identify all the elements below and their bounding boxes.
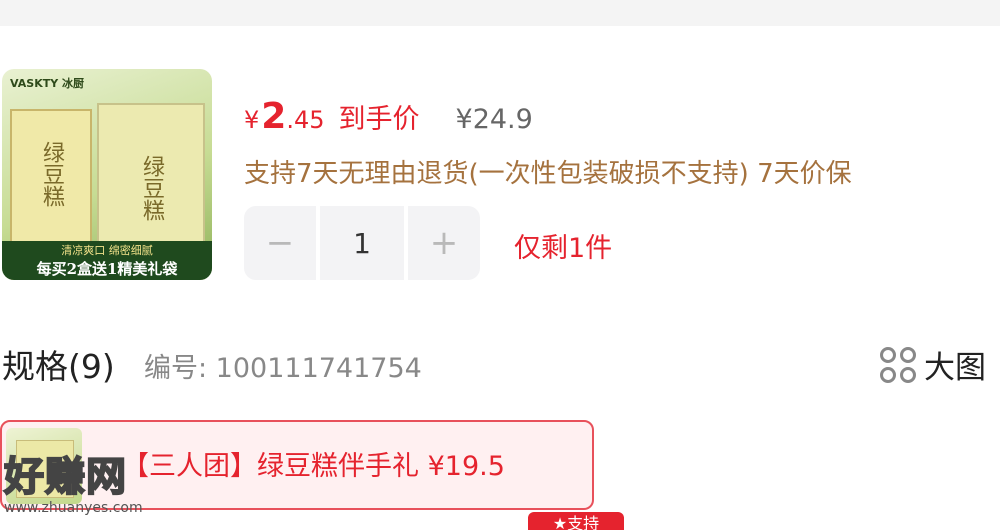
- product-thumbnail[interactable]: VASKTY 冰厨 绿豆糕 绿豆糕 清凉爽口 绵密细腻 每买2盒送1精美礼袋: [2, 69, 212, 280]
- price-integer: 2: [261, 96, 287, 137]
- site-watermark: 好赚网 www.zhuanyes.com: [3, 444, 204, 524]
- quantity-value[interactable]: 1: [320, 206, 404, 280]
- quantity-stepper: − 1 +: [244, 206, 480, 280]
- product-promo: 每买2盒送1精美礼袋: [36, 260, 178, 278]
- view-large-button[interactable]: 大图: [880, 342, 986, 387]
- spec-title: 规格(9): [2, 347, 115, 386]
- price-label: 到手价: [338, 104, 420, 135]
- spec-code: 编号: 100111741754: [144, 353, 422, 384]
- product-slogan: 清凉爽口 绵密细腻: [61, 244, 153, 257]
- price-currency: ¥: [244, 106, 260, 134]
- box-right-text: 绿豆糕: [139, 155, 164, 221]
- top-divider-strip: [0, 0, 1000, 26]
- price-row: ¥ 2 .45 到手价 ¥24.9: [244, 96, 533, 144]
- view-large-label: 大图: [924, 350, 986, 386]
- stock-notice: 仅剩1件: [514, 233, 613, 264]
- decrease-button[interactable]: −: [244, 206, 316, 280]
- original-price: ¥24.9: [455, 104, 533, 135]
- watermark-title: 好赚网: [3, 453, 127, 501]
- service-guarantee[interactable]: 支持7天无理由退货(一次性包装破损不支持) 7天价保: [244, 153, 852, 190]
- increase-button[interactable]: +: [408, 206, 480, 280]
- brand-logo: VASKTY 冰厨: [10, 77, 85, 90]
- box-left-text: 绿豆糕: [39, 141, 64, 207]
- grid-view-icon: [880, 346, 916, 383]
- watermark-url: www.zhuanyes.com: [4, 500, 143, 516]
- price-decimal: .45: [286, 106, 325, 134]
- support-badge: ★支持: [528, 512, 624, 530]
